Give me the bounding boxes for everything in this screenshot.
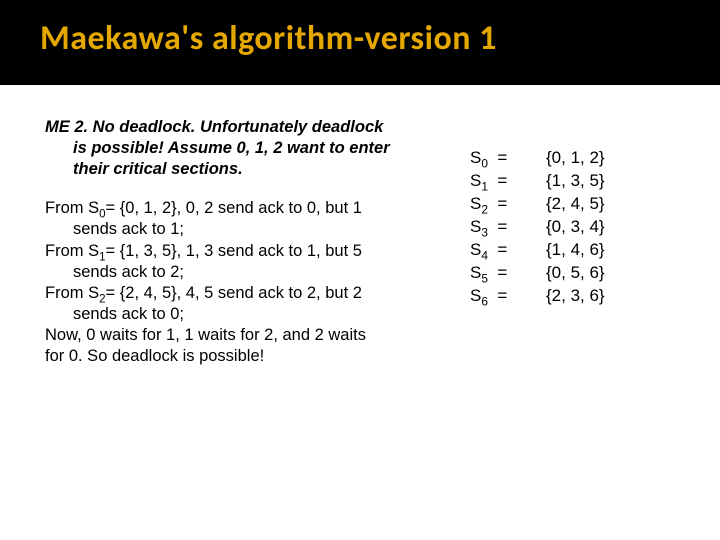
from-s1-line2: sends ack to 2; <box>45 262 440 283</box>
set-val-4: {1, 4, 6} <box>546 239 605 262</box>
me2-line2: is possible! Assume 0, 1, 2 want to ente… <box>45 138 440 159</box>
from-s1-rest: = {1, 3, 5}, 1, 3 send ack to 1, but 5 <box>106 242 362 260</box>
from-s0-pre: From <box>45 199 88 217</box>
set-eq-3: = <box>497 217 507 236</box>
set-val-1: {1, 3, 5} <box>546 170 605 193</box>
set-row-0: S0 = {0, 1, 2} <box>470 147 690 170</box>
set-s-5: S <box>470 263 481 282</box>
from-s1-paragraph: From S1= {1, 3, 5}, 1, 3 send ack to 1, … <box>45 241 440 283</box>
slide-title: Maekawa's algorithm-version 1 <box>0 0 720 69</box>
set-label-2: S2 = <box>470 193 528 216</box>
from-s0-s: S <box>88 199 99 217</box>
right-column: S0 = {0, 1, 2} S1 = {1, 3, 5} S2 = {2, 4… <box>440 117 690 540</box>
set-row-1: S1 = {1, 3, 5} <box>470 170 690 193</box>
from-s2-rest: = {2, 4, 5}, 4, 5 send ack to 2, but 2 <box>106 284 362 302</box>
from-s2-s: S <box>88 284 99 302</box>
set-label-5: S5 = <box>470 262 528 285</box>
set-sub-2: 2 <box>481 202 488 216</box>
set-s-3: S <box>470 217 481 236</box>
now-paragraph: Now, 0 waits for 1, 1 waits for 2, and 2… <box>45 325 440 367</box>
set-label-0: S0 = <box>470 147 528 170</box>
set-s-0: S <box>470 148 481 167</box>
set-eq-5: = <box>497 263 507 282</box>
set-eq-4: = <box>497 240 507 259</box>
me2-line1: ME 2. No deadlock. Unfortunately deadloc… <box>45 118 383 136</box>
set-row-3: S3 = {0, 3, 4} <box>470 216 690 239</box>
set-eq-1: = <box>497 171 507 190</box>
set-row-4: S4 = {1, 4, 6} <box>470 239 690 262</box>
set-s-6: S <box>470 286 481 305</box>
left-column: ME 2. No deadlock. Unfortunately deadloc… <box>45 117 440 540</box>
set-val-5: {0, 5, 6} <box>546 262 605 285</box>
set-sub-4: 4 <box>481 248 488 262</box>
set-eq-0: = <box>497 148 507 167</box>
set-row-6: S6 = {2, 3, 6} <box>470 285 690 308</box>
set-s-4: S <box>470 240 481 259</box>
from-s0-rest: = {0, 1, 2}, 0, 2 send ack to 0, but 1 <box>106 199 362 217</box>
set-label-3: S3 = <box>470 216 528 239</box>
set-sub-0: 0 <box>481 156 488 170</box>
slide-body: ME 2. No deadlock. Unfortunately deadloc… <box>0 85 720 540</box>
me2-line3: their critical sections. <box>45 159 440 180</box>
set-row-2: S2 = {2, 4, 5} <box>470 193 690 216</box>
set-sub-3: 3 <box>481 225 488 239</box>
set-s-2: S <box>470 194 481 213</box>
set-sub-1: 1 <box>481 179 488 193</box>
set-sub-6: 6 <box>481 294 488 308</box>
set-eq-2: = <box>497 194 507 213</box>
me2-paragraph: ME 2. No deadlock. Unfortunately deadloc… <box>45 117 440 180</box>
set-val-0: {0, 1, 2} <box>546 147 605 170</box>
from-s2-pre: From <box>45 284 88 302</box>
set-val-2: {2, 4, 5} <box>546 193 605 216</box>
from-s1-s: S <box>88 242 99 260</box>
now-line1: Now, 0 waits for 1, 1 waits for 2, and 2… <box>45 326 366 344</box>
from-s2-line2: sends ack to 0; <box>45 304 440 325</box>
set-label-4: S4 = <box>470 239 528 262</box>
set-sub-5: 5 <box>481 271 488 285</box>
from-s2-paragraph: From S2= {2, 4, 5}, 4, 5 send ack to 2, … <box>45 283 440 325</box>
set-label-6: S6 = <box>470 285 528 308</box>
set-eq-6: = <box>497 286 507 305</box>
from-s0-paragraph: From S0= {0, 1, 2}, 0, 2 send ack to 0, … <box>45 198 440 240</box>
from-s0-line2: sends ack to 1; <box>45 219 440 240</box>
set-s-1: S <box>470 171 481 190</box>
slide: Maekawa's algorithm-version 1 ME 2. No d… <box>0 0 720 540</box>
set-label-1: S1 = <box>470 170 528 193</box>
set-row-5: S5 = {0, 5, 6} <box>470 262 690 285</box>
set-val-3: {0, 3, 4} <box>546 216 605 239</box>
from-s1-pre: From <box>45 242 88 260</box>
now-line2: for 0. So deadlock is possible! <box>45 347 264 365</box>
set-val-6: {2, 3, 6} <box>546 285 605 308</box>
